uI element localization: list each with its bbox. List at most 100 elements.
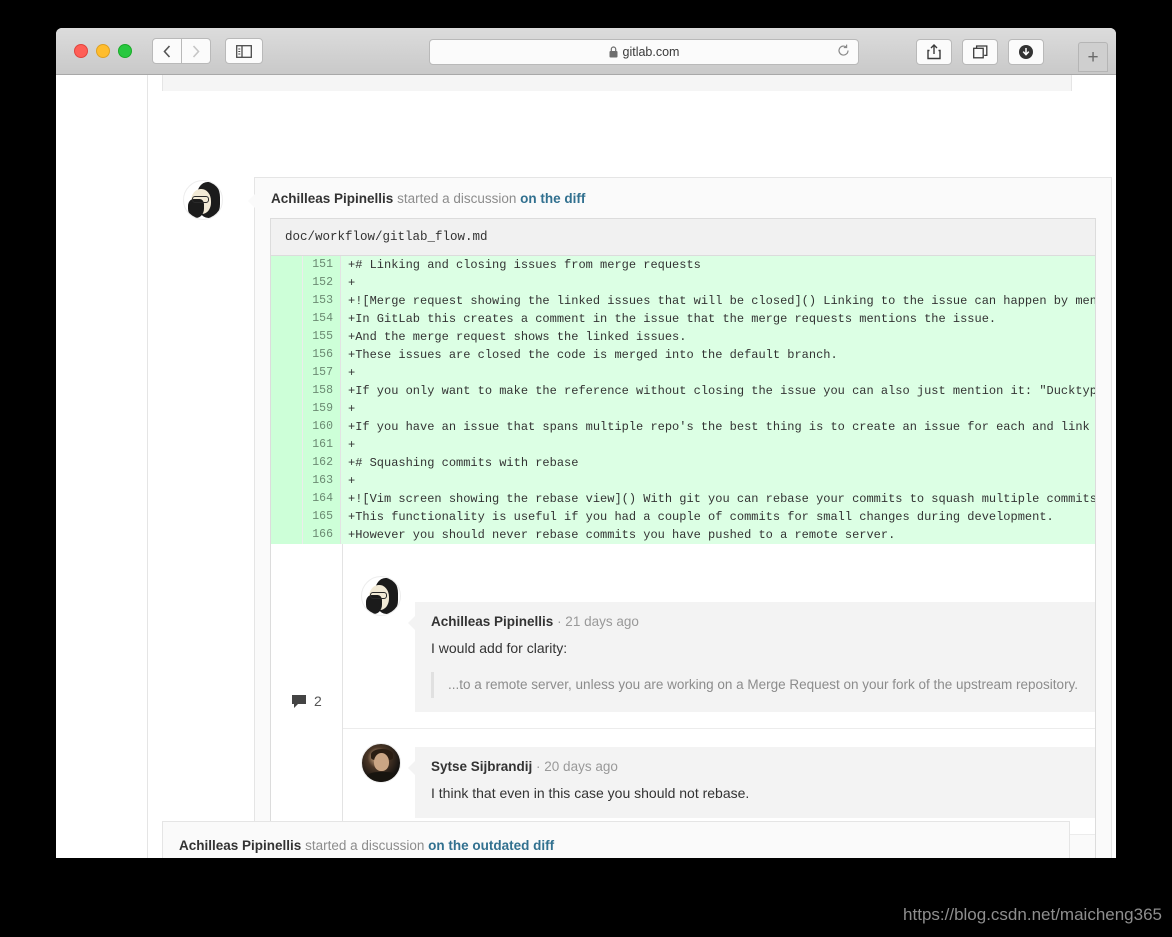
comment-avatar[interactable] (361, 743, 401, 784)
comment-author[interactable]: Achilleas Pipinellis (431, 614, 553, 629)
address-bar[interactable]: gitlab.com (429, 39, 859, 65)
diff-old-line-gutter (271, 472, 303, 490)
diff-line-number: 159 (303, 400, 341, 418)
diff-old-line-gutter (271, 400, 303, 418)
diff-old-line-gutter (271, 454, 303, 472)
diff-body: 151 +# Linking and closing issues from me… (271, 256, 1095, 544)
note-header: Achilleas Pipinellis started a discussio… (255, 178, 1111, 218)
diff-line[interactable]: 164 +![Vim screen showing the rebase view… (271, 490, 1095, 508)
diff-line-number: 163 (303, 472, 341, 490)
comment-timestamp: · 20 days ago (532, 759, 618, 775)
diff-line[interactable]: 160 +If you have an issue that spans mult… (271, 418, 1095, 436)
diff-line-content: + (348, 474, 356, 488)
next-note-target-link[interactable]: on the outdated diff (428, 838, 554, 853)
window-controls (74, 44, 132, 58)
avatar-achilleas-pipinellis[interactable] (183, 180, 223, 220)
diff-line[interactable]: 156 +These issues are closed the code is … (271, 346, 1095, 364)
diff-old-line-gutter (271, 346, 303, 364)
comment-timestamp: · 21 days ago (553, 614, 639, 629)
share-button[interactable] (916, 39, 952, 65)
diff-line-number: 156 (303, 346, 341, 364)
toolbar-right-buttons (916, 39, 1044, 65)
comment-author[interactable]: Sytse Sijbrandij (431, 759, 532, 774)
diff-line-content: +If you only want to make the reference … (348, 384, 1095, 398)
diff-line[interactable]: 154 +In GitLab this creates a comment in … (271, 310, 1095, 328)
reply-count-value: 2 (314, 693, 322, 709)
note-author[interactable]: Achilleas Pipinellis (271, 191, 393, 206)
diff-line-content: + (348, 402, 356, 416)
diff-line-number: 160 (303, 418, 341, 436)
watermark: https://blog.csdn.net/maicheng365 (903, 905, 1162, 924)
next-note-header: Achilleas Pipinellis started a discussio… (163, 822, 1069, 858)
diff-line[interactable]: 158 +If you only want to make the referen… (271, 382, 1095, 400)
diff-line-content: +However you should never rebase commits… (348, 528, 896, 542)
diff-line[interactable]: 166 +However you should never rebase comm… (271, 526, 1095, 544)
diff-line[interactable]: 151 +# Linking and closing issues from me… (271, 256, 1095, 274)
back-button[interactable] (152, 38, 182, 64)
diff-line-content: + (348, 276, 356, 290)
diff-line-number: 162 (303, 454, 341, 472)
avatar-art (370, 592, 387, 599)
note-target-link[interactable]: on the diff (520, 191, 585, 206)
sidebar-toggle-button[interactable] (225, 38, 263, 64)
download-icon (1019, 45, 1033, 59)
diff-file: doc/workflow/gitlab_flow.md 151 +# Linkin… (270, 218, 1096, 544)
reload-button[interactable] (837, 44, 850, 60)
zoom-window-button[interactable] (118, 44, 132, 58)
diff-old-line-gutter (271, 436, 303, 454)
diff-line-content: +These issues are closed the code is mer… (348, 348, 838, 362)
diff-line[interactable]: 157 + (271, 364, 1095, 382)
diff-line[interactable]: 152 + (271, 274, 1095, 292)
forward-button[interactable] (182, 38, 211, 64)
downloads-button[interactable] (1008, 39, 1044, 65)
diff-line[interactable]: 165 +This functionality is useful if you … (271, 508, 1095, 526)
diff-line[interactable]: 155 +And the merge request shows the link… (271, 328, 1095, 346)
diff-filename[interactable]: doc/workflow/gitlab_flow.md (271, 219, 1095, 256)
tabs-icon (972, 45, 987, 59)
diff-old-line-gutter (271, 508, 303, 526)
diff-line[interactable]: 159 + (271, 400, 1095, 418)
comment-blockquote: ...to a remote server, unless you are wo… (431, 672, 1079, 699)
diff-old-line-gutter (271, 310, 303, 328)
clipped-previous-note (162, 75, 1072, 91)
comment: Sytse Sijbrandij · 20 days ago I think th… (343, 729, 1095, 836)
diff-line-number: 151 (303, 256, 341, 274)
reply-count: 2 (291, 693, 322, 709)
diff-old-line-gutter (271, 526, 303, 544)
diff-line-number: 158 (303, 382, 341, 400)
avatar-art (192, 196, 209, 203)
comments-container: Achilleas Pipinellis · 21 days ago I woul… (343, 544, 1095, 836)
diff-line-number: 166 (303, 526, 341, 544)
comment-icon (292, 694, 306, 708)
diff-line-number: 161 (303, 436, 341, 454)
comment-avatar[interactable] (361, 576, 401, 616)
diff-line[interactable]: 161 + (271, 436, 1095, 454)
close-window-button[interactable] (74, 44, 88, 58)
diff-old-line-gutter (271, 328, 303, 346)
comment-meta: Achilleas Pipinellis · 21 days ago (431, 614, 1079, 629)
comment-body: Sytse Sijbrandij · 20 days ago I think th… (408, 747, 1095, 819)
diff-line[interactable]: 153 +![Merge request showing the linked i… (271, 292, 1095, 310)
comment: Achilleas Pipinellis · 21 days ago I woul… (343, 544, 1095, 730)
sidebar-icon (236, 44, 252, 58)
diff-line[interactable]: 162 +# Squashing commits with rebase (271, 454, 1095, 472)
comment-meta: Sytse Sijbrandij · 20 days ago (431, 759, 1079, 774)
url-display: gitlab.com (609, 45, 679, 59)
discussion-thread: 2 Achilleas Pipinellis · 21 days ago I wo… (270, 544, 1096, 858)
page-viewport: Achilleas Pipinellis started a discussio… (56, 75, 1116, 858)
minimize-window-button[interactable] (96, 44, 110, 58)
new-tab-button[interactable]: + (1078, 42, 1108, 72)
diff-line[interactable]: 163 + (271, 472, 1095, 490)
browser-window: gitlab.com + Achilleas Pipinellis starte… (56, 28, 1116, 858)
diff-line-content: +In GitLab this creates a comment in the… (348, 312, 997, 326)
next-note-action: started a discussion (301, 838, 429, 853)
next-note-author[interactable]: Achilleas Pipinellis (179, 838, 301, 853)
diff-old-line-gutter (271, 274, 303, 292)
diff-line-content: +If you have an issue that spans multipl… (348, 420, 1095, 434)
diff-line-number: 164 (303, 490, 341, 508)
diff-old-line-gutter (271, 382, 303, 400)
diff-line-number: 154 (303, 310, 341, 328)
discussion-comments: Achilleas Pipinellis · 21 days ago I woul… (343, 544, 1095, 858)
tab-overview-button[interactable] (962, 39, 998, 65)
diff-line-number: 152 (303, 274, 341, 292)
